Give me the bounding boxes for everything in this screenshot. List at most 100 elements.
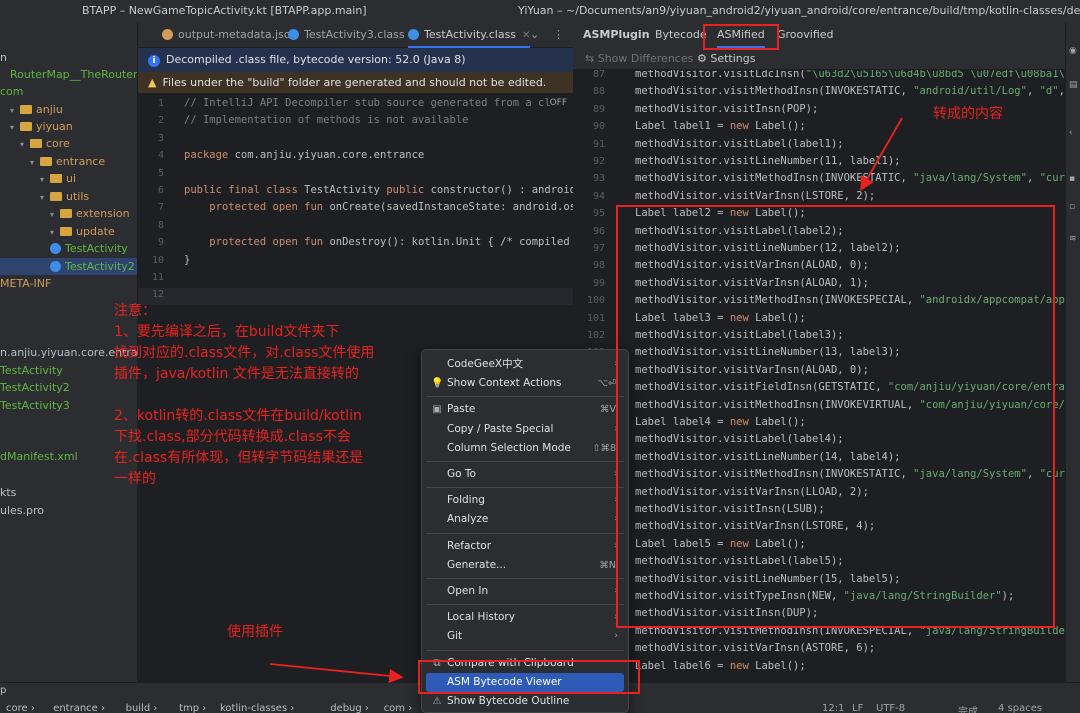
tree-item-label: yiyuan <box>36 120 73 133</box>
asm-viewer-highlight-box <box>418 660 640 694</box>
tree-item[interactable]: ules.pro <box>0 502 137 519</box>
line-number: 101 <box>586 312 605 324</box>
menu-item-label: Copy / Paste Special <box>447 422 554 435</box>
menu-item-label: Open In <box>447 585 489 597</box>
chevron-down-icon[interactable]: ▾ <box>50 224 60 241</box>
chevron-down-icon[interactable]: ▾ <box>10 119 20 136</box>
decompiled-info-bar: i Decompiled .class file, bytecode versio… <box>138 48 573 72</box>
menu-item[interactable]: Column Selection Mode ⇧⌘8 <box>426 439 624 458</box>
menu-item[interactable]: 💡 Show Context Actions ⌥⏎ <box>426 374 624 393</box>
tree-item[interactable]: META-INF <box>0 275 137 292</box>
menu-item[interactable]: Analyze › <box>426 510 624 529</box>
editor-context-menu: CodeGeeX中文 › 💡 Show Context Actions ⌥⏎ ▣ Paste… <box>421 349 629 713</box>
more-icon[interactable]: ⋮ <box>553 22 564 48</box>
menu-item[interactable]: Git › <box>426 627 624 646</box>
menu-item[interactable]: ▣ Paste ⌘V <box>426 400 624 419</box>
line-number: 5 <box>157 167 164 179</box>
tree-item[interactable]: ▾ core <box>0 135 137 153</box>
status-done: 完成 <box>958 707 978 713</box>
folder-icon <box>20 105 32 114</box>
chevron-down-icon[interactable]: ▾ <box>50 206 60 223</box>
line-number: 8 <box>157 219 164 231</box>
line-number: 2 <box>157 115 164 127</box>
annotation-line: 在.class有所体现，但转字节码结果还是 <box>114 450 364 466</box>
menu-item[interactable]: Folding › <box>426 491 624 510</box>
line-number: 95 <box>592 208 605 220</box>
tree-item[interactable]: com <box>0 83 137 100</box>
indent-setting[interactable]: 4 spaces <box>998 703 1042 713</box>
line-number: 6 <box>157 185 164 196</box>
off-badge: OFF <box>549 98 567 108</box>
chevron-down-icon[interactable]: ▾ <box>10 102 20 119</box>
line-number: 11 <box>151 272 164 283</box>
folder-icon <box>60 227 72 236</box>
tree-item[interactable]: ▾ update <box>0 223 137 241</box>
bottom-tool-label: p <box>0 685 7 696</box>
menu-item[interactable]: ⚠ Show Bytecode Outline <box>426 692 624 711</box>
menu-item[interactable]: Copy / Paste Special › <box>426 420 624 439</box>
line-number: 91 <box>592 138 605 150</box>
tree-item[interactable]: ▾ extension <box>0 205 137 223</box>
menu-item[interactable]: Local History › <box>426 608 624 627</box>
menu-item[interactable]: CodeGeeX中文 › <box>426 355 624 374</box>
tree-item-label: update <box>76 225 115 238</box>
menu-separator <box>426 578 624 579</box>
breadcrumb-item[interactable]: core › <box>6 703 35 713</box>
cursor-position[interactable]: 12:1 <box>822 703 844 713</box>
notifications-icon[interactable]: ◉ <box>1069 46 1078 56</box>
menu-item[interactable]: Generate... ⌘N <box>426 556 624 575</box>
breadcrumb-item[interactable]: com › <box>384 703 413 713</box>
tree-item-label: TestActivity3 <box>0 399 70 412</box>
tab-dropdown-icon[interactable]: ⌄ <box>530 22 539 48</box>
tree-item[interactable]: ▾ anjiu <box>0 101 137 119</box>
tab-testactivity-class[interactable]: TestActivity.class ✕ <box>408 22 531 48</box>
annotation-use-plugin: 使用插件 <box>227 624 283 640</box>
chevron-down-icon[interactable]: ▾ <box>20 136 30 153</box>
menu-item[interactable]: Go To › <box>426 465 624 484</box>
tab-bytecode[interactable]: Bytecode <box>655 22 707 48</box>
chevron-down-icon[interactable]: ▾ <box>40 171 50 188</box>
chevron-down-icon[interactable]: ▾ <box>40 189 50 206</box>
breadcrumb-item[interactable]: entrance › <box>53 703 105 713</box>
line-number: 94 <box>592 190 605 202</box>
code-line: // Implementation of methods is not avai… <box>184 114 469 127</box>
breadcrumb-item[interactable]: kotlin-classes › <box>220 703 294 713</box>
breadcrumb-item[interactable]: build › <box>126 703 158 713</box>
line-separator[interactable]: LF <box>852 703 863 713</box>
tab-groovified[interactable]: Groovified <box>777 22 834 48</box>
class-file-icon <box>408 29 419 40</box>
tree-item[interactable]: TestActivity2 <box>0 258 137 275</box>
database-icon[interactable]: ▤ <box>1069 80 1078 90</box>
tree-item[interactable]: ▾ entrance <box>0 153 137 171</box>
menu-item[interactable]: Refactor › <box>426 537 624 556</box>
tree-item[interactable]: n <box>0 49 137 66</box>
annotation-line: 一样的 <box>114 471 156 487</box>
line-number: 9 <box>157 237 164 249</box>
line-number: 93 <box>592 173 605 185</box>
tab-testactivity3-class[interactable]: TestActivity3.class <box>288 22 405 48</box>
tree-item[interactable]: TestActivity <box>0 240 137 257</box>
chevron-left-icon[interactable]: ‹ <box>1069 128 1078 138</box>
chevron-down-icon[interactable]: ▾ <box>30 154 40 171</box>
breadcrumb-item[interactable]: tmp › <box>179 703 206 713</box>
device-icon[interactable]: ▫ <box>1069 202 1078 212</box>
menu-shortcut: ⌘V <box>600 404 616 416</box>
menu-separator <box>426 604 624 606</box>
tree-item[interactable]: ▾ yiyuan <box>0 118 137 136</box>
tree-item[interactable]: RouterMap__TheRouter__ <box>0 66 137 83</box>
menu-item[interactable]: Open In › <box>426 582 624 601</box>
tree-item[interactable]: ▾ ui <box>0 170 137 188</box>
tab-asmplugin[interactable]: ASMPlugin <box>583 22 650 48</box>
breadcrumb-item[interactable]: debug › <box>330 703 369 713</box>
tree-item-label: dManifest.xml <box>0 450 78 463</box>
file-encoding[interactable]: UTF-8 <box>876 703 905 713</box>
tree-item[interactable]: ▾ utils <box>0 188 137 206</box>
asm-code-line: methodVisitor.visitVarInsn(ASTORE, 6); <box>635 642 876 655</box>
gradle-icon[interactable]: ▪ <box>1069 174 1078 184</box>
editor-tab-bar: output-metadata.json TestActivity3.class… <box>138 22 573 48</box>
show-differences-button[interactable]: ⇆ Show Differences <box>585 48 693 70</box>
tab-output-metadata[interactable]: output-metadata.json <box>162 22 298 48</box>
wifi-icon[interactable]: ≋ <box>1069 234 1078 244</box>
bytecode-icon: ⚠ <box>432 696 442 707</box>
settings-button[interactable]: ⚙ Settings <box>697 48 755 70</box>
